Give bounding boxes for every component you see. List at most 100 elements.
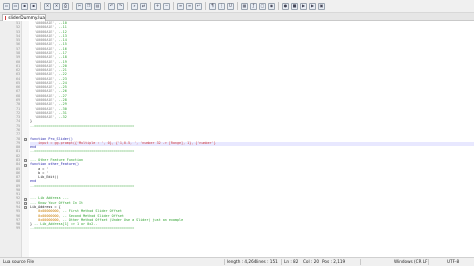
code-line[interactable]: --- Lib Address --- (30, 197, 474, 201)
paste-icon[interactable]: ▤ (94, 2, 101, 10)
code-line[interactable]: --======================================… (30, 184, 474, 189)
close-icon[interactable]: ✕ (44, 2, 51, 10)
code-line[interactable]: 'A0000A1E', --10 (30, 21, 474, 26)
folder-as-ws-icon[interactable]: ▢ (259, 2, 266, 10)
code-line[interactable]: 'A0000A1E', --20 (30, 64, 474, 69)
editor[interactable]: 'A0000A1E', --10 'A0000A1E', --11 'A0000… (0, 21, 474, 257)
open-file-icon[interactable]: ▭ (12, 2, 19, 10)
code-line[interactable]: 'A0000A1E', --17 (30, 51, 474, 56)
code-line[interactable]: 'A0000A1E', --28 (30, 98, 474, 103)
sync-v-icon[interactable]: ≡ (177, 2, 184, 10)
code-line[interactable]: 'A0000A1E', --12 (30, 30, 474, 35)
zoom-in-icon[interactable]: + (154, 2, 161, 10)
code-line[interactable]: 'A0000A1E', --24 (30, 81, 474, 86)
copy-icon[interactable]: ❐ (85, 2, 92, 10)
code-line[interactable]: Lib_Edit() (30, 175, 474, 180)
zoom-out-icon[interactable]: − (163, 2, 170, 10)
toolbar-separator (173, 2, 174, 10)
code-line[interactable]: --======================================… (30, 227, 474, 231)
file-modified-icon (5, 16, 7, 20)
code-line[interactable]: 'A0000A1E', --22 (30, 73, 474, 77)
doc-map-icon[interactable]: ▦ (241, 2, 248, 10)
code-line[interactable] (30, 189, 474, 193)
code-line[interactable]: 'A0000A1E', --11 (30, 25, 474, 30)
code-line[interactable]: 'A0000A1E', --30 (30, 107, 474, 112)
status-divider (224, 259, 225, 265)
status-divider (360, 259, 361, 265)
play-icon[interactable]: ▶ (300, 2, 307, 10)
undo-icon[interactable]: ↶ (108, 2, 115, 10)
code-line[interactable]: 'A0000A1E', --32 (30, 115, 474, 120)
code-line[interactable]: 'A0000A1E', --21 (30, 68, 474, 73)
code-line[interactable] (30, 129, 474, 133)
status-lines: lines : 151 (256, 259, 278, 264)
status-encoding: UTF-8 (447, 259, 460, 264)
toolbar-separator (278, 2, 279, 10)
status-bar: Lua source File length : 4,264 lines : 1… (0, 257, 474, 266)
code-line[interactable]: a = ' (30, 167, 474, 172)
code-line[interactable]: b = ' (30, 171, 474, 176)
code-line[interactable] (30, 155, 474, 159)
code-area[interactable]: 'A0000A1E', --10 'A0000A1E', --11 'A0000… (30, 21, 474, 257)
monitor-icon[interactable]: ◉ (268, 2, 275, 10)
toolbar-separator (104, 2, 105, 10)
code-line[interactable]: 'A0000A1E', --13 (30, 34, 474, 39)
tab-label: sliderDummy.lua (8, 15, 45, 21)
redo-icon[interactable]: ↷ (117, 2, 124, 10)
new-file-icon[interactable]: ▫ (3, 2, 10, 10)
tab-bar: sliderDummy.lua (0, 13, 474, 21)
indent-guide-icon[interactable]: ┆ (218, 2, 225, 10)
code-line[interactable] (30, 193, 474, 197)
status-divider (428, 259, 429, 265)
record-icon[interactable]: ● (282, 2, 289, 10)
close-all-icon[interactable]: ✕ (53, 2, 60, 10)
fold-toggle-icon[interactable]: − (24, 137, 27, 141)
code-line[interactable]: 'A0000A1E', --19 (30, 60, 474, 65)
status-divider (281, 259, 282, 265)
save-all-icon[interactable]: ▪ (30, 2, 37, 10)
code-line[interactable]: --- Other Feature Function (30, 158, 474, 163)
code-line[interactable]: --- Know Your Offset In It (30, 201, 474, 206)
code-line[interactable]: 'A0000A1E', --18 (30, 55, 474, 60)
code-line[interactable]: 'A0000A1E', --23 (30, 77, 474, 82)
tab-sliderdummy[interactable]: sliderDummy.lua (2, 14, 46, 21)
fold-toggle-icon[interactable]: − (24, 163, 27, 167)
code-line[interactable]: 'A0000A1E', --15 (30, 43, 474, 47)
fold-toggle-icon[interactable]: − (24, 202, 27, 206)
code-line[interactable]: 'A0000A1E', --27 (30, 94, 474, 99)
func-list-icon[interactable]: ƒ (250, 2, 257, 10)
code-line[interactable]: input = gg.prompt({'Multiple : ', 0}, {'… (30, 141, 474, 146)
code-line[interactable]: 'A0000A1E', --16 (30, 47, 474, 52)
status-eol: Windows (CR LF) (394, 259, 430, 264)
code-line[interactable]: 'A0000A1E', --26 (30, 90, 474, 94)
code-line[interactable]: 'A0000A1E', --29 (30, 102, 474, 107)
all-chars-icon[interactable]: ¶ (209, 2, 216, 10)
status-column: Col : 20 (303, 259, 320, 264)
print-icon[interactable]: ⎙ (62, 2, 69, 10)
udl-icon[interactable]: U (227, 2, 234, 10)
save-macro-icon[interactable]: ▣ (318, 2, 325, 10)
play-multi-icon[interactable]: ▶ (309, 2, 316, 10)
code-line[interactable] (30, 133, 474, 137)
find-icon[interactable]: ⌕ (131, 2, 138, 10)
code-line[interactable]: 'A0000A1E', --31 (30, 111, 474, 116)
fold-toggle-icon[interactable]: − (24, 206, 27, 210)
stop-icon[interactable]: ■ (291, 2, 298, 10)
wrap-icon[interactable]: ↵ (195, 2, 202, 10)
fold-toggle-icon[interactable]: − (24, 197, 27, 201)
code-line[interactable]: 'A0000A1E', --14 (30, 38, 474, 43)
status-file-type: Lua source File (3, 259, 35, 264)
toolbar-separator (150, 2, 151, 10)
cut-icon[interactable]: ✂ (76, 2, 83, 10)
save-icon[interactable]: ▪ (21, 2, 28, 10)
line-number: 99 (16, 226, 20, 231)
replace-icon[interactable]: ⇄ (140, 2, 147, 10)
sync-h-icon[interactable]: ≡ (186, 2, 193, 10)
code-line[interactable]: function other_Feature() (30, 163, 474, 167)
toolbar-separator (127, 2, 128, 10)
code-line[interactable]: --======================================… (30, 124, 474, 129)
code-line[interactable]: --======================================… (30, 150, 474, 154)
fold-toggle-icon[interactable]: − (24, 159, 27, 163)
status-position: Pos : 2,119 (322, 259, 346, 264)
code-line[interactable]: 'A0000A1E', --25 (30, 85, 474, 90)
